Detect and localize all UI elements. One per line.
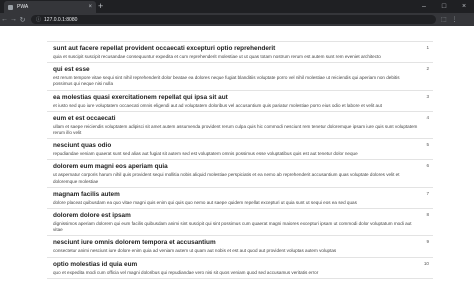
- post-id: 9: [426, 239, 429, 245]
- post-title: dolorem dolore est ipsam: [53, 212, 131, 220]
- post-body: consectetur animi nesciunt iure dolore e…: [53, 248, 337, 254]
- window-controls: – □ ×: [414, 0, 474, 13]
- post-body: et iusto sed quo iure voluptatem occaeca…: [53, 102, 382, 108]
- browser-tab[interactable]: PWA ×: [4, 1, 96, 13]
- post-title: optio molestias id quia eum: [53, 260, 138, 268]
- post-title: magnam facilis autem: [53, 190, 120, 198]
- post-body: ullam et saepe reiciendis voluptatem adi…: [53, 123, 418, 136]
- post-id: 3: [426, 93, 429, 99]
- site-info-icon[interactable]: ⓘ: [36, 16, 41, 23]
- list-item[interactable]: eum et est occaecati ullam et saepe reic…: [47, 112, 433, 140]
- post-body: quia et suscipit suscipit recusandae con…: [53, 54, 381, 59]
- address-bar[interactable]: ⓘ 127.0.0.1:8080: [31, 15, 436, 24]
- post-id: 8: [426, 212, 429, 218]
- list-item[interactable]: dolorem dolore est ipsam dignissimos ape…: [47, 209, 433, 237]
- post-title: dolorem eum magni eos aperiam quia: [53, 163, 168, 171]
- browser-toolbar: ← → ↻ ⓘ 127.0.0.1:8080 ⬚ ⋮: [0, 13, 474, 26]
- browser-tab-strip: PWA × + – □ ×: [0, 0, 474, 13]
- reload-icon[interactable]: ↻: [18, 16, 27, 24]
- list-item[interactable]: sunt aut facere repellat provident occae…: [47, 42, 433, 64]
- post-title: nesciunt iure omnis dolorem tempora et a…: [53, 239, 216, 247]
- post-id: 6: [426, 163, 429, 169]
- window-close-icon[interactable]: ×: [454, 0, 474, 13]
- post-body: dignissimos aperiam dolorem qui eum faci…: [53, 221, 412, 233]
- post-title: eum et est occaecati: [53, 114, 116, 122]
- extensions-icon[interactable]: ⬚: [441, 16, 447, 23]
- list-item[interactable]: optio molestias id quia eum quo et exped…: [47, 258, 433, 279]
- list-item[interactable]: nesciunt quas odio repudiandae veniam qu…: [47, 139, 433, 161]
- post-title: nesciunt quas odio: [53, 142, 112, 150]
- post-id: 2: [426, 66, 429, 72]
- list-item[interactable]: dolorem eum magni eos aperiam quia ut as…: [47, 160, 433, 188]
- post-id: 5: [426, 142, 429, 148]
- post-list: sunt aut facere repellat provident occae…: [47, 41, 433, 279]
- post-title: qui est esse: [53, 66, 90, 74]
- menu-icon[interactable]: ⋮: [452, 16, 458, 23]
- maximize-icon[interactable]: □: [434, 0, 454, 13]
- list-item[interactable]: qui est esse est rerum tempore vitae seq…: [47, 63, 433, 91]
- post-body: est rerum tempore vitae sequi sint nihil…: [53, 75, 400, 87]
- post-body: ut aspernatur corporis harum nihil quis …: [53, 172, 400, 184]
- post-id: 10: [423, 260, 429, 266]
- new-tab-icon[interactable]: +: [98, 1, 103, 12]
- favicon-icon: [8, 4, 13, 10]
- url-text: 127.0.0.1:8080: [44, 16, 78, 23]
- tab-close-icon[interactable]: ×: [88, 4, 92, 10]
- post-id: 7: [426, 190, 429, 196]
- post-title: sunt aut facere repellat provident occae…: [53, 45, 276, 52]
- post-body: dolore placeat quibusdam ea quo vitae ma…: [53, 199, 357, 205]
- post-id: 1: [426, 45, 429, 50]
- back-icon[interactable]: ←: [0, 16, 9, 23]
- list-item[interactable]: magnam facilis autem dolore placeat quib…: [47, 188, 433, 210]
- post-id: 4: [426, 114, 429, 120]
- post-body: repudiandae veniam quaerat sunt sed alia…: [53, 151, 358, 157]
- forward-icon[interactable]: →: [9, 16, 18, 23]
- list-item[interactable]: nesciunt iure omnis dolorem tempora et a…: [47, 236, 433, 258]
- post-title: ea molestias quasi exercitationem repell…: [53, 93, 228, 101]
- list-item[interactable]: ea molestias quasi exercitationem repell…: [47, 91, 433, 112]
- post-body: quo et expedita modi cum officia vel mag…: [53, 269, 319, 275]
- tab-title: PWA: [17, 4, 29, 10]
- minimize-icon[interactable]: –: [414, 0, 434, 13]
